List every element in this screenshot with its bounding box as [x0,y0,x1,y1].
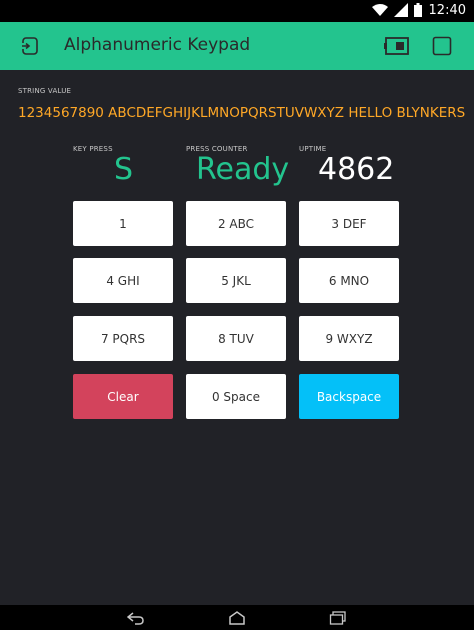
backspace-button[interactable]: Backspace [299,374,399,419]
status-time: 12:40 [428,3,466,18]
battery-icon [414,3,422,17]
stop-icon [432,36,452,56]
back-button[interactable] [20,36,40,60]
uptime-value: 4862 [318,152,395,187]
key-1-button[interactable]: 1 [73,201,173,246]
home-icon [229,611,245,625]
recents-icon [329,611,346,625]
key-press-value: S [114,152,134,187]
string-value-label: STRING VALUE [18,87,72,95]
device-battery-icon [384,37,409,55]
nav-home-button[interactable] [228,610,246,629]
wifi-icon [372,4,388,16]
key-8-button[interactable]: 8 TUV [186,316,286,361]
status-bar: 12:40 [0,0,474,22]
press-counter-value: Ready [196,152,290,187]
navigation-bar [0,605,474,630]
device-status-button[interactable] [384,36,410,60]
key-2-button[interactable]: 2 ABC [186,201,286,246]
signal-icon [394,3,408,17]
app-title: Alphanumeric Keypad [64,35,251,55]
string-value: 1234567890 ABCDEFGHIJKLMNOPQRSTUVWXYZ HE… [18,105,466,121]
key-3-button[interactable]: 3 DEF [299,201,399,246]
clear-button[interactable]: Clear [73,374,173,419]
nav-back-button[interactable] [126,610,145,629]
key-press-label: KEY PRESS [73,145,113,153]
key-6-button[interactable]: 6 MNO [299,258,399,303]
key-7-button[interactable]: 7 PQRS [73,316,173,361]
key-9-button[interactable]: 9 WXYZ [299,316,399,361]
back-arrow-icon [126,612,144,625]
key-0-space-button[interactable]: 0 Space [186,374,286,419]
nav-recents-button[interactable] [329,610,347,629]
key-5-button[interactable]: 5 JKL [186,258,286,303]
key-4-button[interactable]: 4 GHI [73,258,173,303]
app-bar: Alphanumeric Keypad [0,22,474,70]
status-icons [372,3,422,17]
play-stop-button[interactable] [432,36,452,60]
exit-project-icon [20,37,38,55]
